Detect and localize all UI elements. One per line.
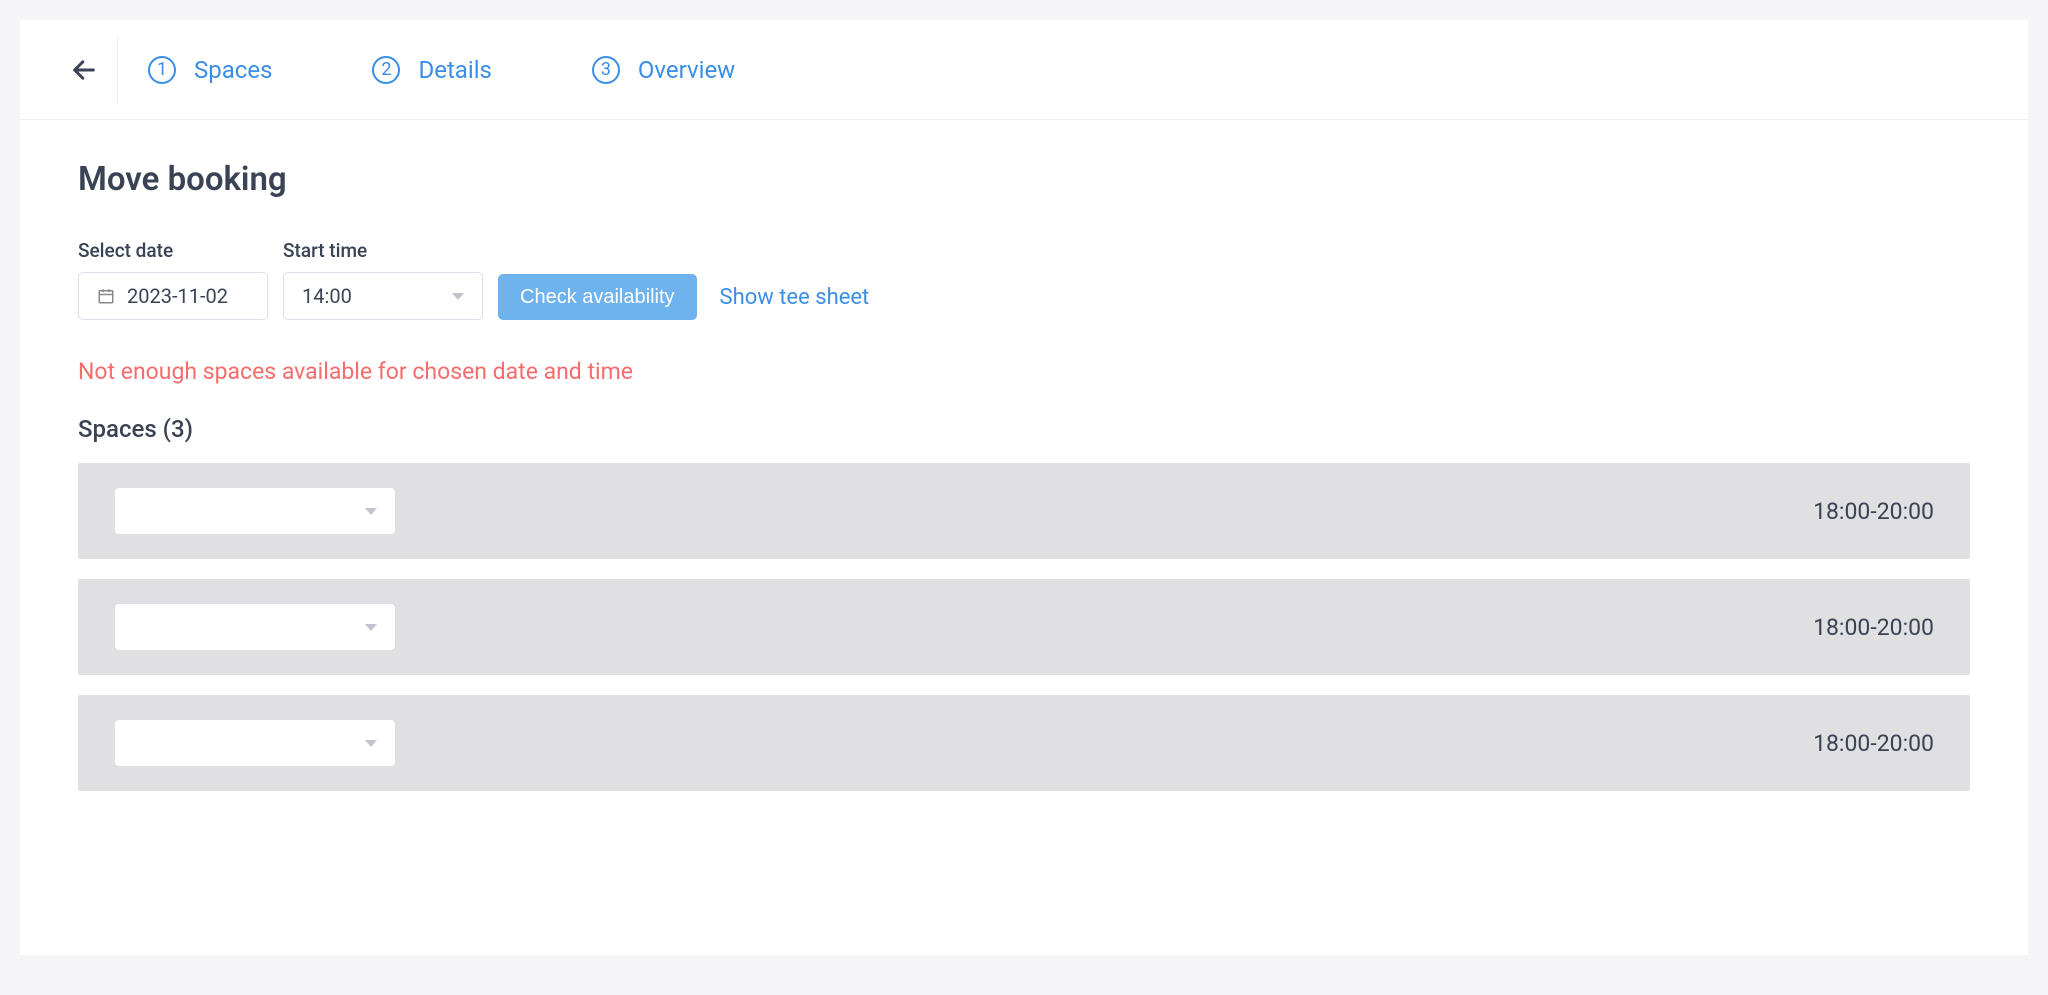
space-select[interactable] xyxy=(114,487,396,535)
space-select[interactable] xyxy=(114,719,396,767)
error-message: Not enough spaces available for chosen d… xyxy=(78,358,1970,385)
step-label: Spaces xyxy=(194,56,272,84)
chevron-down-icon xyxy=(365,508,377,515)
space-time: 18:00-20:00 xyxy=(1813,614,1934,641)
page-title: Move booking xyxy=(78,160,1970,199)
time-label: Start time xyxy=(283,239,483,262)
step-overview[interactable]: 3 Overview xyxy=(592,56,735,84)
check-availability-button[interactable]: Check availability xyxy=(498,274,697,320)
chevron-down-icon xyxy=(452,293,464,300)
start-time-select[interactable]: 14:00 xyxy=(283,272,483,320)
step-number: 2 xyxy=(372,56,400,84)
step-number: 3 xyxy=(592,56,620,84)
step-spaces[interactable]: 1 Spaces xyxy=(148,56,272,84)
form-row: Select date 2023-11-02 Start time 14:00 xyxy=(78,239,1970,320)
space-row: 18:00-20:00 xyxy=(78,695,1970,791)
main-content: Move booking Select date 2023-11-02 Star… xyxy=(20,120,2028,955)
space-row: 18:00-20:00 xyxy=(78,579,1970,675)
date-input[interactable]: 2023-11-02 xyxy=(78,272,268,320)
wizard-steps: 1 Spaces 2 Details 3 Overview xyxy=(148,56,735,84)
page: 1 Spaces 2 Details 3 Overview Move booki… xyxy=(20,20,2028,955)
date-value: 2023-11-02 xyxy=(127,284,228,308)
chevron-down-icon xyxy=(365,624,377,631)
top-bar: 1 Spaces 2 Details 3 Overview xyxy=(20,20,2028,120)
space-time: 18:00-20:00 xyxy=(1813,498,1934,525)
date-field: Select date 2023-11-02 xyxy=(78,239,268,320)
space-select[interactable] xyxy=(114,603,396,651)
space-row: 18:00-20:00 xyxy=(78,463,1970,559)
step-label: Details xyxy=(418,56,491,84)
spaces-heading: Spaces (3) xyxy=(78,415,1970,443)
calendar-icon xyxy=(97,287,115,305)
chevron-down-icon xyxy=(365,740,377,747)
time-value: 14:00 xyxy=(302,284,352,308)
back-button[interactable] xyxy=(50,36,118,104)
space-time: 18:00-20:00 xyxy=(1813,730,1934,757)
arrow-left-icon xyxy=(70,56,98,84)
step-number: 1 xyxy=(148,56,176,84)
time-field: Start time 14:00 xyxy=(283,239,483,320)
date-label: Select date xyxy=(78,239,268,262)
step-details[interactable]: 2 Details xyxy=(372,56,491,84)
step-label: Overview xyxy=(638,56,735,84)
show-tee-sheet-link[interactable]: Show tee sheet xyxy=(712,274,870,320)
